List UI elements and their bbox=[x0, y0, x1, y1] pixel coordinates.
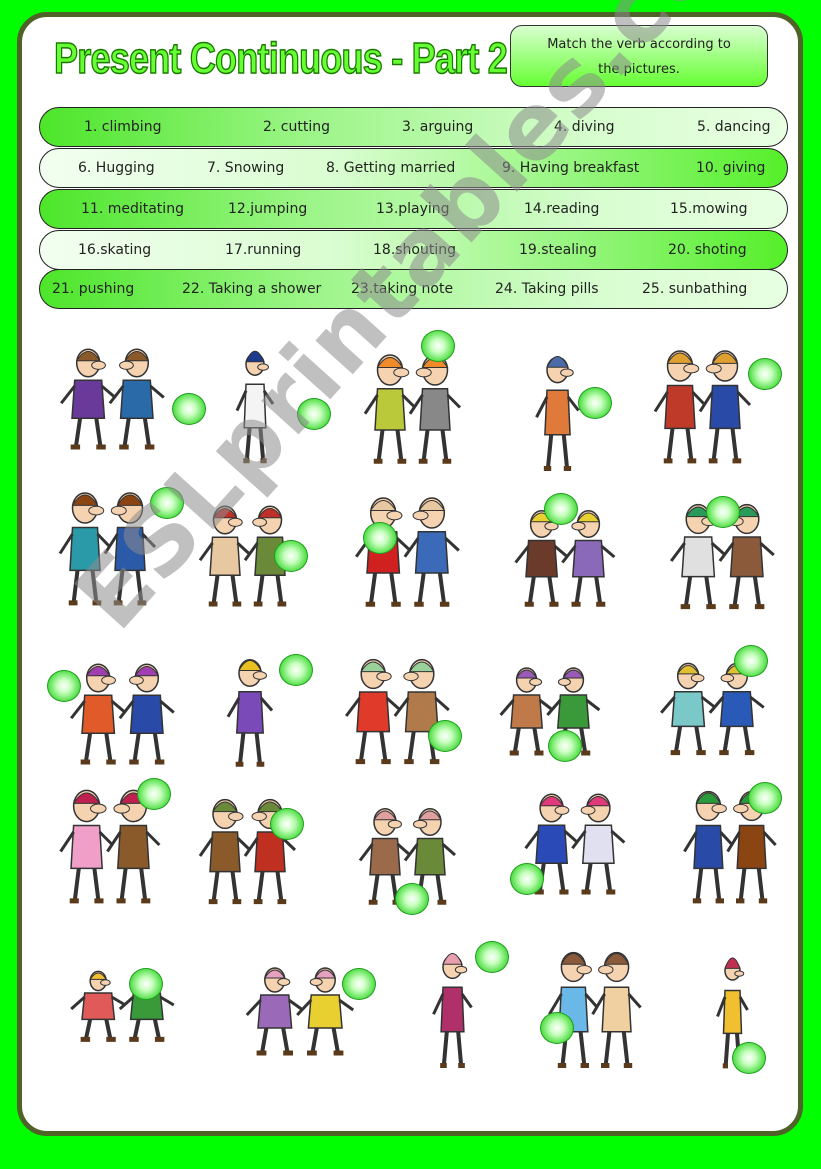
picture-cutting-hair bbox=[330, 650, 465, 770]
page-title: Present Continuous - Part 2 bbox=[53, 33, 508, 84]
word-item: 13.playing bbox=[376, 201, 450, 217]
word-item: 5. dancing bbox=[697, 119, 771, 135]
answer-circle[interactable] bbox=[297, 398, 331, 430]
word-item: 7. Snowing bbox=[207, 160, 285, 176]
word-item: 6. Hugging bbox=[78, 160, 155, 176]
answer-circle[interactable] bbox=[270, 808, 304, 840]
word-row-2: 6. Hugging 7. Snowing 8. Getting married… bbox=[39, 148, 788, 188]
word-row-3: 11. meditating 12.jumping 13.playing 14.… bbox=[39, 189, 788, 229]
cartoon-illustration-icon bbox=[70, 970, 175, 1042]
answer-circle[interactable] bbox=[274, 540, 308, 572]
answer-circle[interactable] bbox=[510, 863, 544, 895]
cartoon-illustration-icon bbox=[60, 348, 165, 450]
instructions-line-1: Match the verb according to bbox=[547, 37, 731, 52]
word-item: 16.skating bbox=[78, 242, 152, 258]
picture-getting-married bbox=[210, 338, 300, 470]
picture-snowing bbox=[45, 340, 180, 455]
answer-circle[interactable] bbox=[706, 496, 740, 528]
answer-circle[interactable] bbox=[363, 522, 397, 554]
word-item: 18.shouting bbox=[373, 242, 457, 258]
cartoon-illustration-icon bbox=[653, 350, 752, 464]
answer-circle[interactable] bbox=[150, 487, 184, 519]
answer-circle[interactable] bbox=[748, 358, 782, 390]
answer-circle[interactable] bbox=[172, 393, 206, 425]
answer-circle[interactable] bbox=[540, 1012, 574, 1044]
answer-circle[interactable] bbox=[475, 941, 509, 973]
answer-circle[interactable] bbox=[578, 387, 612, 419]
word-item: 12.jumping bbox=[228, 201, 308, 217]
cartoon-illustration-icon bbox=[363, 354, 462, 464]
word-item: 10. giving bbox=[696, 160, 766, 176]
answer-circle[interactable] bbox=[748, 782, 782, 814]
instructions-line-2: the pictures. bbox=[598, 62, 680, 77]
word-item: 25. sunbathing bbox=[642, 281, 748, 297]
word-item: 11. meditating bbox=[81, 201, 184, 217]
answer-circle[interactable] bbox=[395, 883, 429, 915]
word-row-4: 16.skating 17.running 18.shouting 19.ste… bbox=[39, 230, 788, 270]
picture-sunbathing bbox=[55, 965, 190, 1045]
cartoon-illustration-icon bbox=[548, 951, 642, 1069]
answer-circle[interactable] bbox=[734, 645, 768, 677]
word-item: 8. Getting married bbox=[326, 160, 456, 176]
word-item: 4. diving bbox=[554, 119, 615, 135]
picture-mowing bbox=[340, 488, 475, 613]
word-row-1: 1. climbing 2. cutting 3. arguing 4. div… bbox=[39, 107, 788, 147]
word-item: 23.taking note bbox=[351, 281, 454, 297]
picture-arguing bbox=[55, 655, 190, 770]
word-item: 20. shoting bbox=[668, 242, 747, 258]
answer-circle[interactable] bbox=[47, 670, 81, 702]
answer-circle[interactable] bbox=[428, 720, 462, 752]
word-item: 14.reading bbox=[524, 201, 600, 217]
word-item: 3. arguing bbox=[402, 119, 474, 135]
word-item: 24. Taking pills bbox=[495, 281, 599, 297]
word-item: 17.running bbox=[225, 242, 302, 258]
word-item: 1. climbing bbox=[84, 119, 162, 135]
cartoon-illustration-icon bbox=[235, 350, 275, 464]
answer-circle[interactable] bbox=[544, 493, 578, 525]
cartoon-illustration-icon bbox=[354, 497, 460, 607]
picture-having-breakfast bbox=[640, 340, 765, 470]
answer-circle[interactable] bbox=[129, 968, 163, 1000]
word-row-5: 21. pushing 22. Taking a shower 23.takin… bbox=[39, 269, 788, 309]
answer-circle[interactable] bbox=[421, 330, 455, 362]
instructions-box: Match the verb according to the pictures… bbox=[510, 25, 768, 87]
word-item: 2. cutting bbox=[263, 119, 331, 135]
cartoon-illustration-icon bbox=[345, 658, 450, 765]
word-item: 19.stealing bbox=[519, 242, 597, 258]
cartoon-illustration-icon bbox=[70, 663, 175, 765]
answer-circle[interactable] bbox=[279, 654, 313, 686]
word-item: 15.mowing bbox=[670, 201, 748, 217]
picture-taking-shower bbox=[535, 940, 655, 1075]
word-item: 22. Taking a shower bbox=[182, 281, 322, 297]
answer-circle[interactable] bbox=[137, 778, 171, 810]
answer-circle[interactable] bbox=[342, 968, 376, 1000]
answer-circle[interactable] bbox=[548, 730, 582, 762]
answer-circle[interactable] bbox=[732, 1042, 766, 1074]
picture-giving-flowers bbox=[350, 345, 475, 470]
word-item: 21. pushing bbox=[52, 281, 135, 297]
word-item: 9. Having breakfast bbox=[502, 160, 640, 176]
